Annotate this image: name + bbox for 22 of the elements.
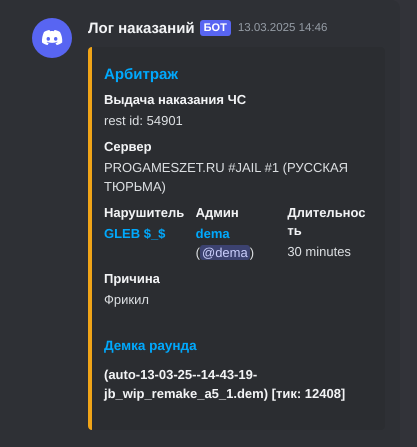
bracket: ) (250, 245, 254, 260)
field-name: Выдача наказания ЧС (104, 91, 248, 109)
field-name: Админ (196, 204, 240, 222)
field-value: (auto-13-03-25--14-43-19-jb_wip_remake_a5_1.dem) [тик: 12408] (104, 366, 346, 403)
user-link[interactable]: GLEB $_$ (104, 226, 166, 241)
user-mention[interactable]: @dema (200, 245, 250, 260)
user-link[interactable]: dema (196, 226, 230, 241)
field-value: Фрикил (104, 291, 150, 309)
field-name: Сервер (104, 138, 153, 156)
timestamp: 13.03.2025 14:46 (238, 22, 328, 34)
field-name: Нарушитель (104, 204, 186, 222)
author-name[interactable]: Лог наказаний (88, 20, 195, 36)
bot-badge: БОТ (200, 20, 231, 36)
avatar-icon[interactable] (32, 18, 72, 58)
field-value: rest id: 54901 (104, 112, 184, 130)
embed-title: Арбитраж (104, 65, 179, 85)
field-name: Причина (104, 270, 161, 288)
field-value: PROGAMESZET.RU #JAIL #1 (РУССКАЯ ТЮРЬМА) (104, 159, 350, 196)
field-value: 30 minutes (287, 243, 352, 261)
field-name: Длительность (287, 204, 367, 240)
field-link[interactable]: Демка раунда (104, 337, 371, 355)
bracket: ( (196, 245, 200, 260)
